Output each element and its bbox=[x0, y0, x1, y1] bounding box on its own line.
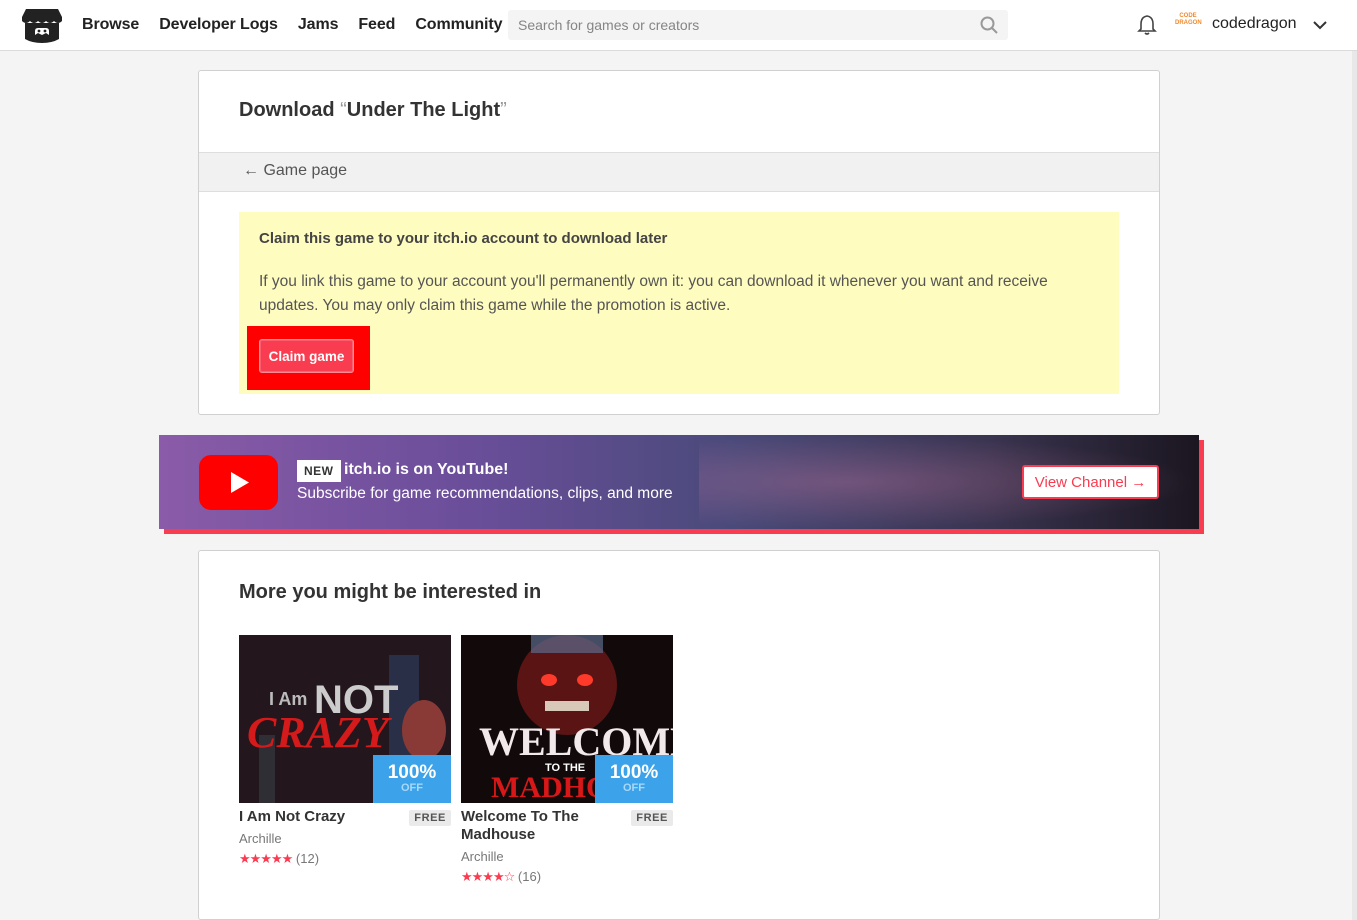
game-author[interactable]: Archille bbox=[461, 849, 504, 864]
price-badge: FREE bbox=[409, 810, 451, 826]
game-rating: ★★★★☆ (16) bbox=[461, 869, 541, 885]
new-badge: NEW bbox=[297, 460, 341, 482]
claim-box: Claim this game to your itch.io account … bbox=[239, 212, 1119, 394]
game-page-link[interactable]: ← Game page bbox=[243, 162, 347, 180]
sale-badge: 100% OFF bbox=[373, 755, 451, 803]
sale-badge: 100% OFF bbox=[595, 755, 673, 803]
scrollbar[interactable] bbox=[1352, 51, 1357, 920]
username[interactable]: codedragon bbox=[1212, 15, 1297, 33]
title-prefix: Download bbox=[239, 99, 341, 121]
sale-off: OFF bbox=[623, 782, 645, 794]
bell-icon[interactable] bbox=[1137, 14, 1157, 36]
game-title[interactable]: Welcome To The Madhouse bbox=[461, 808, 621, 844]
sale-percent: 100% bbox=[387, 762, 437, 783]
download-panel: Download “Under The Light” ← Game page C… bbox=[198, 70, 1160, 415]
game-name: Under The Light bbox=[346, 99, 501, 121]
chevron-down-icon[interactable] bbox=[1312, 17, 1328, 33]
game-title[interactable]: I Am Not Crazy bbox=[239, 808, 399, 826]
itchio-logo-icon[interactable] bbox=[22, 7, 62, 45]
game-rating: ★★★★★ (12) bbox=[239, 851, 319, 867]
top-bar: Browse Developer Logs Jams Feed Communit… bbox=[0, 0, 1357, 51]
game-thumbnail[interactable]: I Am NOT CRAZY 100% OFF bbox=[239, 635, 451, 803]
quote-close: ” bbox=[500, 99, 507, 121]
main-nav: Browse Developer Logs Jams Feed Communit… bbox=[82, 0, 522, 50]
game-card[interactable]: WELCOME TO THE MADHO 100% OFF Welcome To… bbox=[461, 635, 673, 884]
price-badge: FREE bbox=[631, 810, 673, 826]
rating-count: (16) bbox=[517, 869, 542, 884]
svg-text:MADHO: MADHO bbox=[491, 771, 609, 803]
rating-stars: ★★★★☆ bbox=[461, 869, 515, 884]
claim-game-button[interactable]: Claim game bbox=[259, 339, 354, 373]
svg-text:I Am: I Am bbox=[269, 689, 307, 709]
banner-title: itch.io is on YouTube! bbox=[344, 461, 509, 478]
claim-description: If you link this game to your account yo… bbox=[259, 273, 1048, 314]
banner-subtitle: Subscribe for game recommendations, clip… bbox=[297, 485, 673, 502]
claim-heading: Claim this game to your itch.io account … bbox=[259, 230, 668, 247]
game-thumbnail[interactable]: WELCOME TO THE MADHO 100% OFF bbox=[461, 635, 673, 803]
nav-browse[interactable]: Browse bbox=[82, 16, 139, 34]
sub-nav: ← Game page bbox=[199, 152, 1159, 192]
youtube-play-icon bbox=[199, 455, 278, 510]
rating-count: (12) bbox=[295, 851, 320, 866]
rating-stars: ★★★★★ bbox=[239, 851, 293, 866]
nav-feed[interactable]: Feed bbox=[358, 16, 395, 34]
search-input[interactable] bbox=[508, 10, 1008, 40]
nav-developer-logs[interactable]: Developer Logs bbox=[159, 16, 278, 34]
view-channel-button[interactable]: View Channel → bbox=[1022, 465, 1159, 499]
game-card[interactable]: I Am NOT CRAZY 100% OFF I Am Not Crazy F… bbox=[239, 635, 451, 866]
youtube-banner[interactable]: NEW itch.io is on YouTube! Subscribe for… bbox=[159, 435, 1199, 529]
sale-off: OFF bbox=[401, 782, 423, 794]
quote-open: “ bbox=[340, 99, 347, 121]
nav-jams[interactable]: Jams bbox=[298, 16, 339, 34]
sale-percent: 100% bbox=[609, 762, 659, 783]
search-bar bbox=[508, 10, 1008, 40]
game-author[interactable]: Archille bbox=[239, 831, 282, 846]
search-icon[interactable] bbox=[980, 16, 998, 34]
recommendations-title: More you might be interested in bbox=[239, 581, 542, 603]
avatar[interactable]: CODE DRAGON bbox=[1175, 13, 1202, 37]
page-title: Download “Under The Light” bbox=[239, 99, 507, 122]
nav-community[interactable]: Community bbox=[415, 16, 502, 34]
recommendations-panel: More you might be interested in I Am NOT… bbox=[198, 550, 1160, 920]
svg-text:CRAZY: CRAZY bbox=[247, 708, 393, 757]
